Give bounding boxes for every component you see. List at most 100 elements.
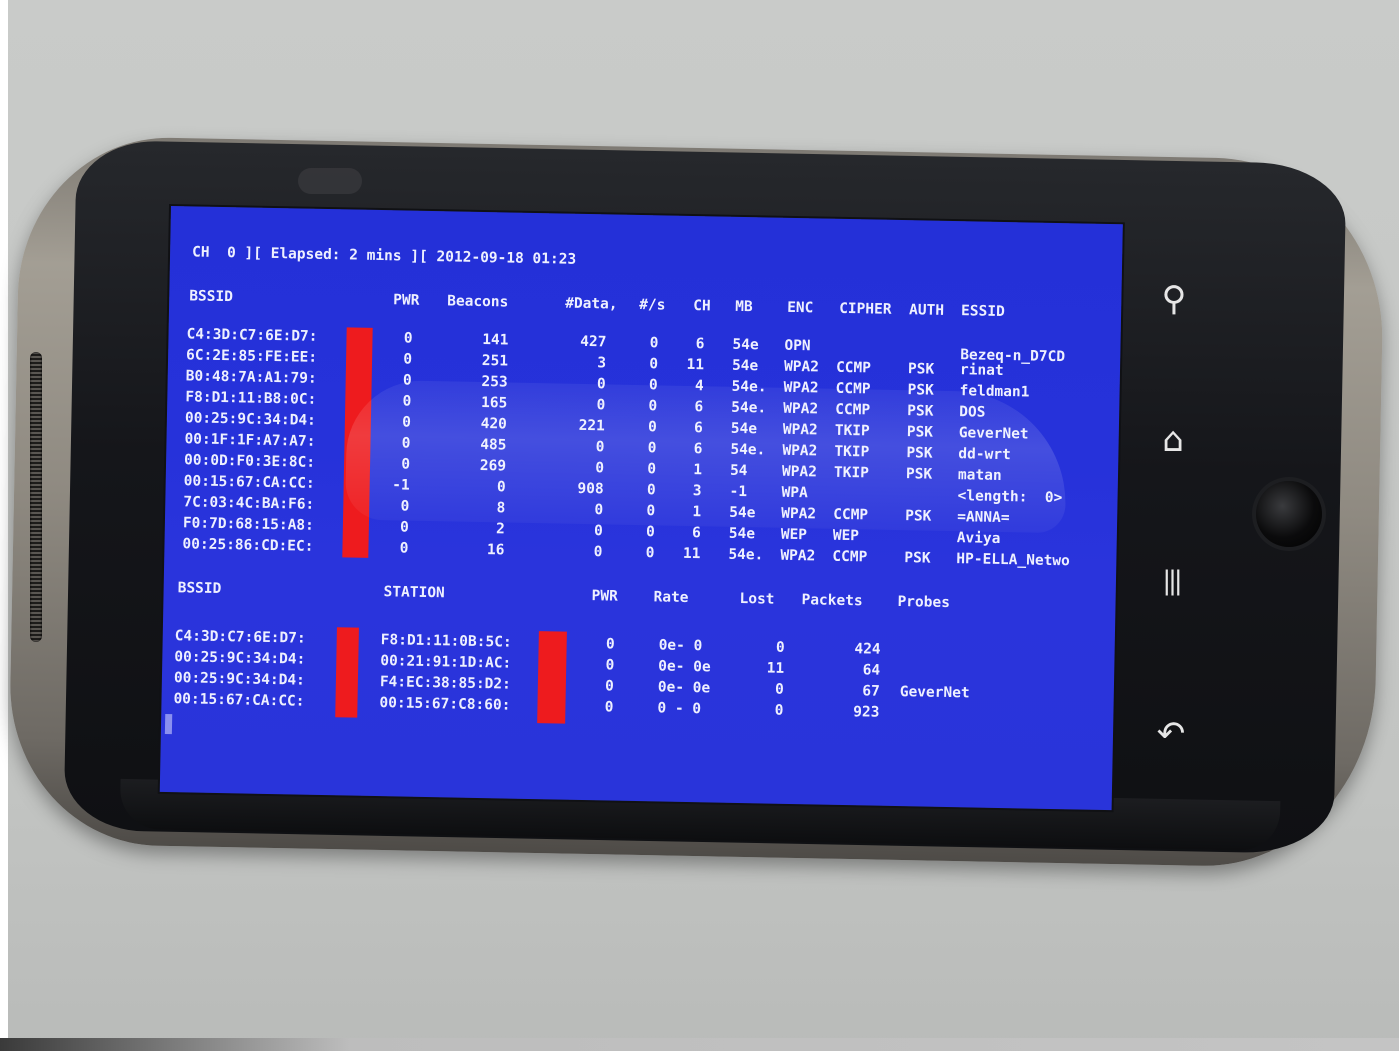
ap-mb: 54e [728, 525, 756, 543]
ap-pwr: 0 [400, 498, 410, 515]
ap-bssid: 00:25:86:CD:EC: [182, 536, 314, 555]
ap-mb: 54e. [731, 378, 767, 396]
ap-enc: WPA2 [783, 400, 819, 418]
ap-mb: 54 [729, 462, 748, 480]
col-mb: MB [735, 298, 753, 316]
ap-auth: PSK [907, 361, 935, 378]
ap-packets-per-sec: 0 [648, 377, 658, 394]
ap-data: 0 [596, 376, 606, 393]
ap-data: 908 [577, 480, 604, 498]
station-probes: GeverNet [899, 684, 970, 702]
ap-data: 0 [594, 502, 604, 519]
ap-beacons: 251 [481, 352, 509, 370]
col-beacons: Beacons [447, 293, 509, 311]
text-cursor [164, 713, 173, 735]
station-packets: 64 [862, 662, 881, 679]
station-rate: 0e- 0e [657, 679, 711, 697]
col-data: #Data, [565, 295, 618, 313]
trackball[interactable] [1256, 481, 1322, 547]
ap-essid: GeverNet [958, 425, 1029, 443]
ap-channel: 6 [693, 420, 703, 437]
col-pwr: PWR [393, 292, 420, 309]
ap-beacons: 16 [486, 542, 505, 559]
ap-pwr: 0 [399, 519, 410, 536]
col-station-bssid: BSSID [177, 580, 222, 598]
ap-cipher: CCMP [835, 359, 872, 377]
ap-data: 427 [580, 333, 607, 351]
ap-essid: HP-ELLA_Netwo [956, 551, 1070, 570]
ap-enc: OPN [784, 337, 811, 355]
ap-data: 0 [593, 523, 603, 540]
col-essid: ESSID [960, 303, 1005, 321]
station-packets: 923 [853, 704, 880, 721]
home-icon[interactable]: ⌂ [1148, 423, 1198, 457]
ap-pwr: 0 [401, 414, 412, 431]
ap-channel: 4 [694, 378, 704, 395]
ap-beacons: 269 [479, 457, 507, 475]
ap-packets-per-sec: 0 [647, 461, 657, 478]
ap-packets-per-sec: 0 [647, 440, 657, 457]
station-rate: 0 - 0 [657, 700, 702, 718]
col-station: STATION [383, 584, 445, 602]
ap-mb: 54e. [730, 441, 766, 459]
back-icon[interactable]: ↶ [1146, 717, 1196, 751]
ap-beacons: 8 [496, 500, 506, 517]
ap-auth: PSK [906, 445, 933, 462]
ap-bssid: B0:48:7A:A1:79: [185, 368, 317, 387]
ap-channel: 6 [691, 525, 701, 542]
ap-enc: WPA2 [782, 442, 818, 460]
ap-pwr: 0 [399, 540, 409, 557]
station-station: 00:15:67:C8:60: [379, 695, 511, 714]
airodump-terminal: CH 0 ][ Elapsed: 2 mins ][ 2012-09-18 01… [160, 206, 1123, 810]
desk-edge [0, 1038, 1399, 1051]
ap-auth: PSK [907, 403, 934, 420]
ap-mb: 54e [729, 504, 756, 522]
ap-bssid: 00:15:67:CA:CC: [183, 473, 315, 492]
ap-bssid: 00:1F:1F:A7:A7: [184, 431, 316, 450]
ap-bssid: 6C:2E:85:FE:EE: [185, 347, 318, 366]
ap-packets-per-sec: 0 [649, 335, 659, 352]
ap-essid: dd-wrt [958, 446, 1011, 464]
ap-beacons: 141 [482, 332, 509, 349]
station-rate: 0e- 0e [658, 658, 711, 676]
ap-channel: 11 [682, 545, 701, 563]
station-pwr: 0 [605, 636, 615, 653]
ap-cipher: TKIP [833, 464, 870, 482]
ap-enc: WPA2 [781, 463, 818, 481]
ap-cipher: TKIP [834, 443, 870, 461]
col-rate: #/s [639, 297, 666, 314]
col-bssid: BSSID [189, 288, 234, 306]
ap-data: 3 [597, 355, 607, 372]
ap-essid: matan [957, 467, 1002, 484]
ap-cipher: CCMP [835, 380, 871, 398]
ap-bssid: F8:D1:11:B8:0C: [185, 389, 317, 408]
image-border [0, 0, 8, 1051]
ap-mb: -1 [729, 483, 748, 501]
ap-enc: WPA2 [783, 379, 819, 397]
ap-enc: WPA2 [780, 547, 816, 565]
ap-auth: PSK [907, 382, 934, 399]
menu-icon[interactable]: ||| [1146, 568, 1196, 594]
ap-bssid: F0:7D:68:15:A8: [182, 515, 314, 534]
ap-bssid: 00:0D:F0:3E:8C: [183, 452, 316, 471]
col-station-pwr: PWR [591, 588, 618, 605]
station-packets: 424 [854, 641, 881, 658]
redaction-bar-ap [342, 327, 373, 558]
col-cipher: CIPHER [838, 300, 892, 318]
ap-beacons: 485 [480, 436, 507, 454]
search-icon[interactable]: ⚲ [1149, 282, 1199, 316]
ap-cipher: CCMP [832, 548, 868, 566]
col-station-rate: Rate [653, 589, 689, 607]
ap-enc: WPA2 [782, 421, 818, 439]
ap-beacons: 420 [480, 415, 508, 433]
ap-auth: PSK [904, 550, 931, 567]
ap-packets-per-sec: 0 [645, 524, 655, 541]
station-pwr: 0 [604, 699, 614, 716]
station-pwr: 0 [605, 657, 615, 674]
ap-mb: 54e [731, 357, 759, 375]
ap-essid: feldman1 [959, 383, 1030, 401]
ap-bssid: C4:3D:C7:6E:D7: [186, 326, 318, 345]
ap-channel: 1 [693, 462, 703, 479]
ap-packets-per-sec: 0 [646, 482, 656, 499]
ap-enc: WPA2 [783, 358, 820, 376]
